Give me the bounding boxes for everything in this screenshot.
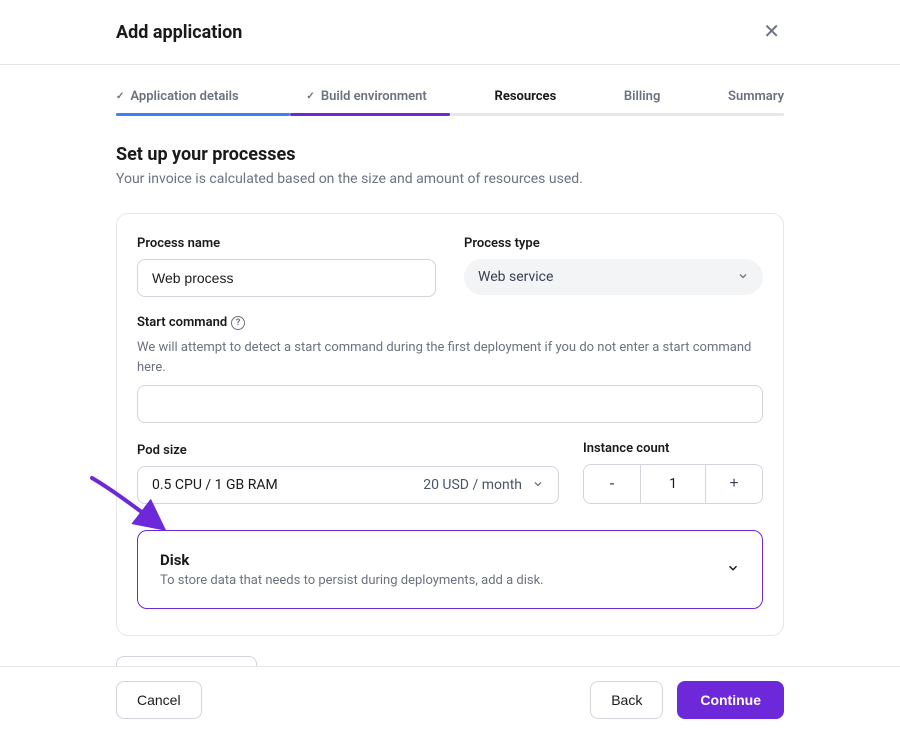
step-label: Build environment <box>321 89 427 104</box>
stepper-progress-done <box>116 113 290 116</box>
process-type-select[interactable]: Web service <box>464 259 763 295</box>
step-billing[interactable]: Billing <box>624 77 660 116</box>
close-icon: ✕ <box>763 21 780 43</box>
back-button[interactable]: Back <box>590 681 663 719</box>
step-application-details[interactable]: ✓ Application details <box>116 77 239 116</box>
start-command-hint: We will attempt to detect a start comman… <box>137 338 763 377</box>
check-icon: ✓ <box>306 91 314 102</box>
process-name-label: Process name <box>137 236 436 251</box>
modal-title: Add application <box>116 22 242 43</box>
stepper-progress-current <box>290 113 450 116</box>
section-title: Set up your processes <box>116 144 784 165</box>
pod-size-price: 20 USD / month <box>423 477 522 493</box>
chevron-down-icon <box>737 270 749 285</box>
process-card: Process name Process type Web service St… <box>116 213 784 636</box>
decrement-button[interactable]: - <box>584 465 640 503</box>
continue-button[interactable]: Continue <box>677 681 784 719</box>
check-icon: ✓ <box>116 91 124 102</box>
process-type-label: Process type <box>464 236 763 251</box>
stepper: ✓ Application details ✓ Build environmen… <box>116 77 784 116</box>
step-summary[interactable]: Summary <box>728 77 784 116</box>
step-label: Resources <box>494 89 556 104</box>
disk-panel[interactable]: Disk To store data that needs to persist… <box>137 530 763 609</box>
cancel-button[interactable]: Cancel <box>116 681 202 719</box>
process-name-input[interactable] <box>137 259 436 297</box>
step-label: Summary <box>728 89 784 104</box>
instance-count-label: Instance count <box>583 441 763 456</box>
pod-size-label: Pod size <box>137 443 559 458</box>
select-value: Web service <box>478 269 553 285</box>
chevron-down-icon <box>532 478 544 493</box>
instance-count-stepper: - 1 + <box>583 464 763 504</box>
step-resources[interactable]: Resources <box>494 77 556 116</box>
increment-button[interactable]: + <box>706 465 762 503</box>
footer: Cancel Back Continue <box>0 666 900 733</box>
section-subtitle: Your invoice is calculated based on the … <box>116 171 784 187</box>
disk-subtitle: To store data that needs to persist duri… <box>160 573 544 588</box>
pod-size-value: 0.5 CPU / 1 GB RAM <box>152 477 278 493</box>
help-icon[interactable]: ? <box>231 316 245 330</box>
chevron-down-icon <box>726 561 740 578</box>
start-command-label: Start command ? <box>137 315 763 330</box>
close-button[interactable]: ✕ <box>759 18 784 46</box>
step-label: Application details <box>130 89 238 104</box>
pod-size-select[interactable]: 0.5 CPU / 1 GB RAM 20 USD / month <box>137 466 559 504</box>
step-build-environment[interactable]: ✓ Build environment <box>306 77 426 116</box>
disk-title: Disk <box>160 551 544 569</box>
instance-count-value: 1 <box>640 465 706 503</box>
step-label: Billing <box>624 89 660 104</box>
start-command-input[interactable] <box>137 385 763 423</box>
modal-header: Add application ✕ <box>0 0 900 65</box>
